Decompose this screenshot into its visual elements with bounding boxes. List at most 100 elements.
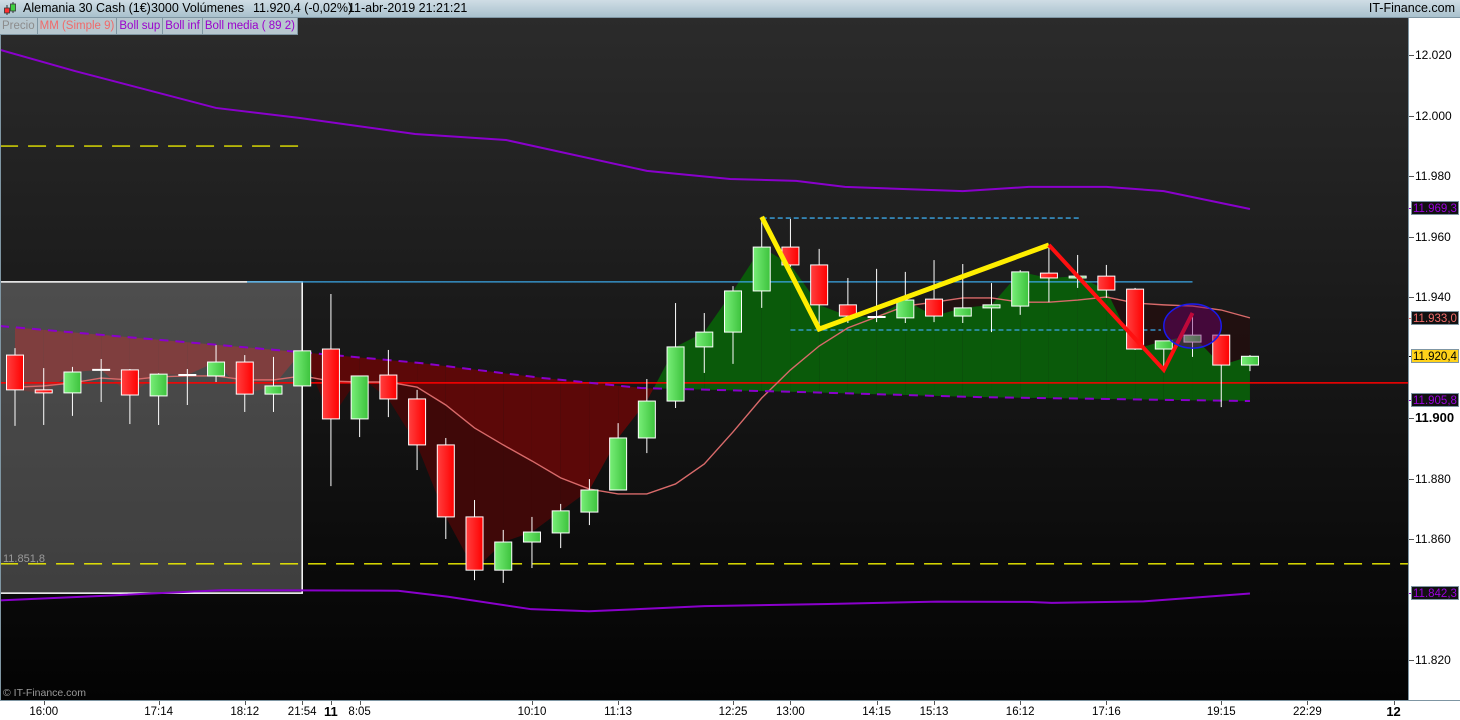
candle-body-down	[1039, 272, 1058, 279]
candle-body-down	[925, 298, 944, 317]
x-tick	[531, 701, 533, 705]
fill-up-area	[1048, 276, 1078, 399]
y-tick-label: 11.900	[1415, 410, 1455, 425]
x-tick-label: 10:10	[517, 706, 547, 718]
candle	[293, 350, 312, 389]
y-tick-label: 11.940	[1415, 290, 1451, 304]
y-tick-label: 11.880	[1415, 471, 1451, 486]
x-tick	[302, 701, 304, 705]
x-tick-label: 16:00	[29, 706, 59, 718]
y-tick	[1409, 478, 1414, 480]
candle-body-up	[695, 331, 714, 348]
x-tick-label: 12:25	[718, 706, 748, 718]
ellipse-drawing	[1163, 303, 1222, 349]
price-badge: 11.933,0	[1411, 311, 1459, 326]
time-axis[interactable]: 16:00 17:14 18:12 21:54 11 8:05 10:10 11:13 12:2…	[0, 700, 1460, 720]
x-tick-label: 11	[324, 704, 338, 719]
y-tick	[1409, 115, 1414, 117]
candle-body-down	[408, 398, 427, 446]
y-tick	[1409, 539, 1414, 540]
candle-body-up	[494, 541, 513, 571]
y-tick-label: 11.980	[1415, 169, 1451, 183]
candle-body-down	[321, 348, 340, 420]
x-tick-label: 21:54	[287, 706, 317, 718]
y-tick-label: 11.820	[1415, 653, 1451, 667]
candle-body-down	[235, 361, 254, 395]
candle-body-up	[63, 371, 82, 394]
x-tick	[43, 701, 45, 705]
x-tick	[359, 701, 361, 705]
x-tick-label: 11:13	[604, 706, 633, 718]
x-tick-label: 15:13	[919, 706, 949, 718]
y-tick-label: 11.860	[1415, 532, 1451, 546]
price-chart[interactable]	[0, 0, 1460, 720]
candle-body-up	[1240, 355, 1259, 366]
candle-body-up	[1154, 340, 1173, 350]
x-tick	[1221, 701, 1223, 705]
price-badge: 11.920,4	[1411, 349, 1459, 364]
candle-body-up	[982, 304, 1001, 309]
candle-body-up	[752, 246, 771, 292]
fill-down-area	[503, 444, 532, 543]
y-tick-label: 11.960	[1415, 229, 1451, 244]
copyright-text: © IT-Finance.com	[3, 687, 87, 699]
x-tick	[158, 701, 160, 705]
candle-body-up	[953, 307, 972, 317]
price-badge: 11.969,3	[1411, 201, 1459, 216]
candle-body-up	[350, 375, 369, 420]
y-tick	[1409, 418, 1414, 419]
zone-box	[0, 281, 303, 594]
x-tick	[1020, 701, 1022, 705]
x-tick-label: 17:16	[1091, 706, 1121, 718]
x-tick	[934, 701, 936, 705]
candle-body-down	[120, 369, 139, 396]
y-tick	[1409, 236, 1414, 238]
candle-body-down	[6, 354, 24, 391]
x-tick	[244, 701, 246, 705]
price-badge: 11.905,8	[1411, 393, 1459, 408]
legend-item[interactable]: Precio	[0, 18, 38, 35]
candle-body-up	[149, 373, 168, 397]
x-tick	[733, 701, 734, 705]
x-tick-label: 18:12	[230, 706, 260, 718]
x-tick-label: 8:05	[348, 706, 371, 718]
candle-body-down	[810, 264, 829, 306]
zone-rectangle	[0, 281, 303, 594]
x-tick-label: 13:00	[776, 706, 805, 718]
x-tick	[1106, 701, 1108, 705]
candle-body-up	[896, 299, 915, 319]
candle-body-up	[580, 489, 599, 513]
candle-body-down	[465, 516, 484, 571]
x-tick-label: 14:15	[862, 706, 891, 718]
candle-body-up	[1011, 271, 1030, 307]
x-tick	[618, 701, 620, 705]
candle-body-up	[724, 290, 742, 333]
x-tick-label: 12	[1386, 704, 1401, 719]
y-tick-label: 12.020	[1415, 48, 1452, 62]
legend-item[interactable]: Boll inf	[163, 18, 203, 35]
x-tick-label: 17:14	[144, 706, 173, 718]
candle-body-up	[207, 361, 226, 377]
y-tick	[1409, 297, 1414, 298]
candle-body-down	[436, 444, 455, 518]
candle-body-down	[379, 374, 398, 400]
candle-body-down	[1097, 275, 1116, 291]
y-tick	[1409, 660, 1414, 661]
legend-item[interactable]: MM (Simple 9)	[37, 18, 118, 35]
candle-body-up	[522, 531, 541, 543]
legend-item[interactable]: Boll sup	[117, 18, 164, 35]
box-price-label: 11.851,8	[3, 553, 46, 565]
y-tick	[1409, 55, 1414, 56]
price-badge: 11.842,3	[1411, 585, 1459, 600]
candle-body-up	[609, 437, 628, 491]
legend-item[interactable]: Boll media ( 89 2)	[202, 18, 298, 35]
fill-up-area	[1135, 340, 1164, 400]
price-axis[interactable]: 12.020 12.000 11.980 11.960 11.940 11.900 11.8…	[1408, 18, 1460, 700]
x-tick-label: 19:15	[1206, 706, 1236, 718]
candle-body-up	[293, 350, 312, 387]
indicator-legend: Precio MM (Simple 9) Boll sup Boll inf Boll …	[0, 18, 298, 35]
candle-body-up	[551, 510, 570, 534]
y-tick	[1409, 176, 1414, 177]
x-tick	[876, 701, 878, 705]
x-tick	[790, 701, 792, 705]
